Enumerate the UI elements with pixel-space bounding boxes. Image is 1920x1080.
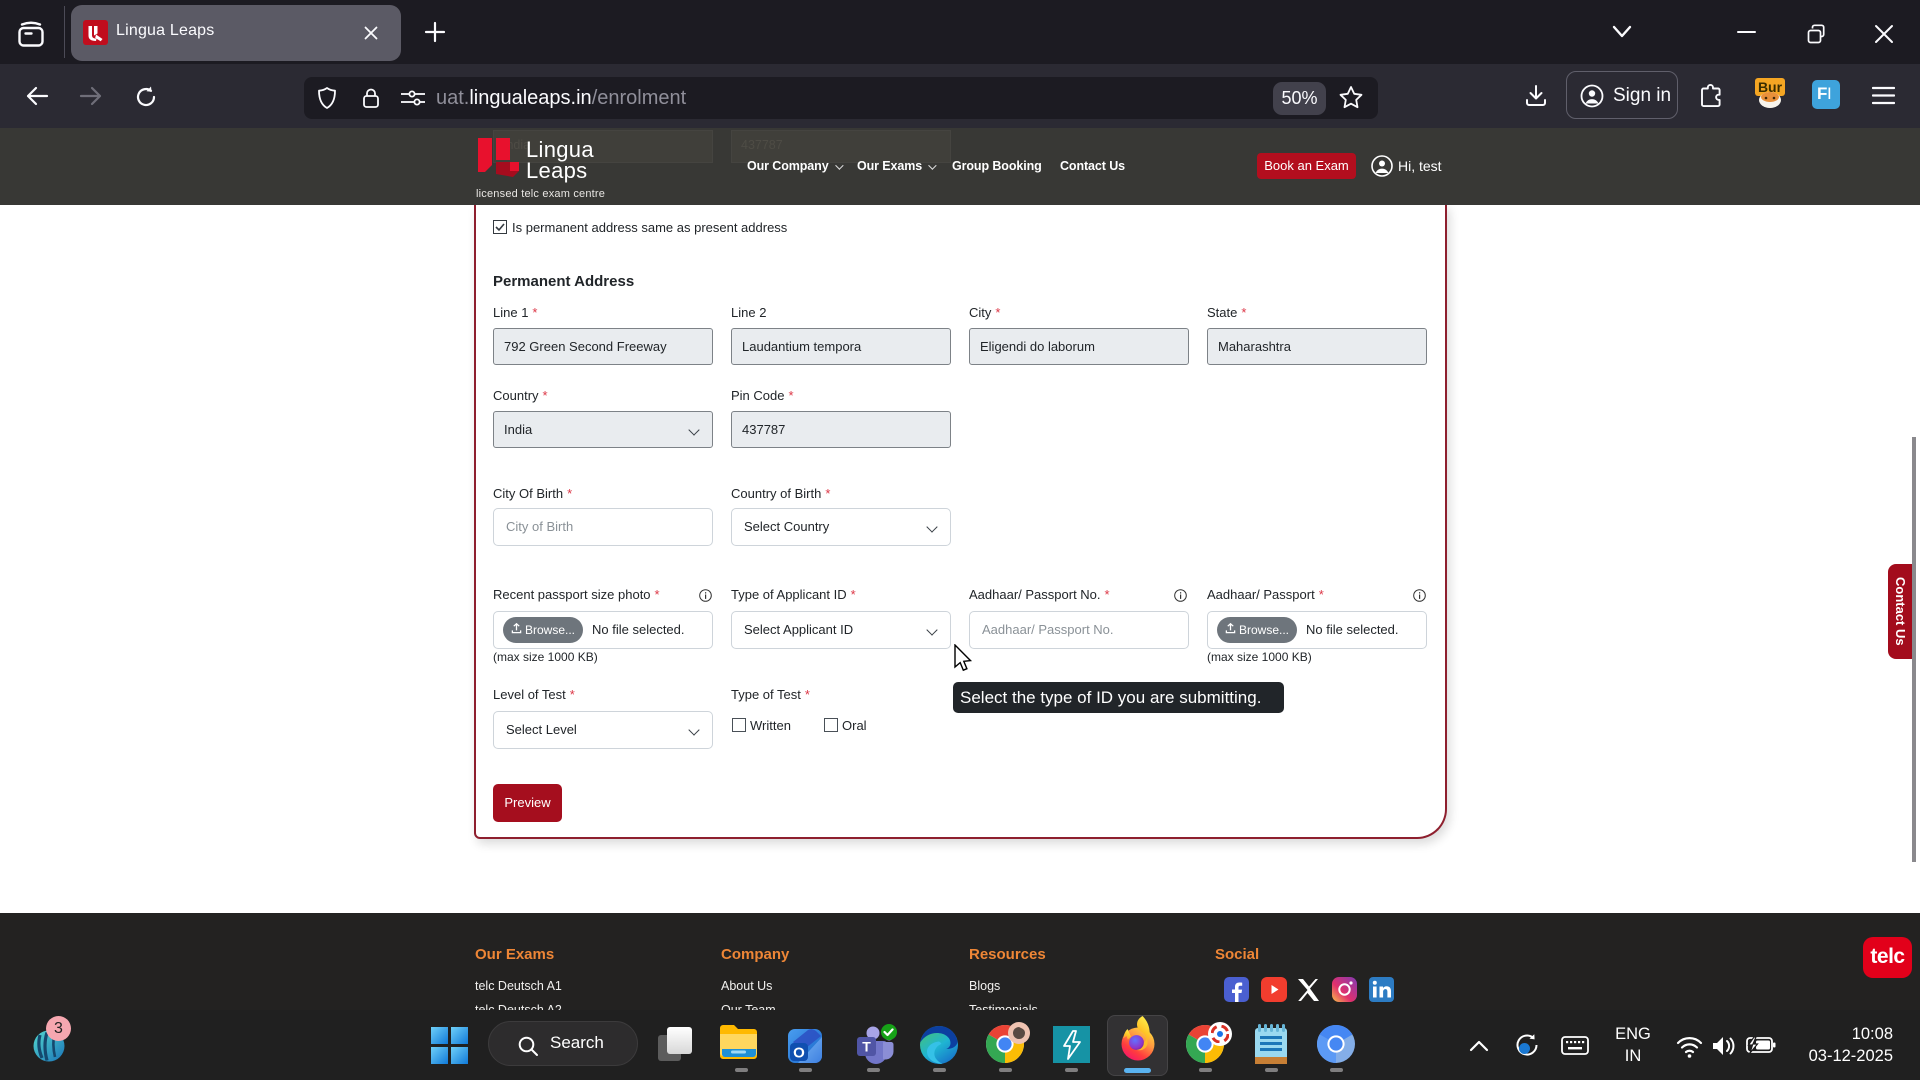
svg-text:T: T bbox=[862, 1039, 871, 1055]
svg-text:O: O bbox=[793, 1045, 805, 1062]
